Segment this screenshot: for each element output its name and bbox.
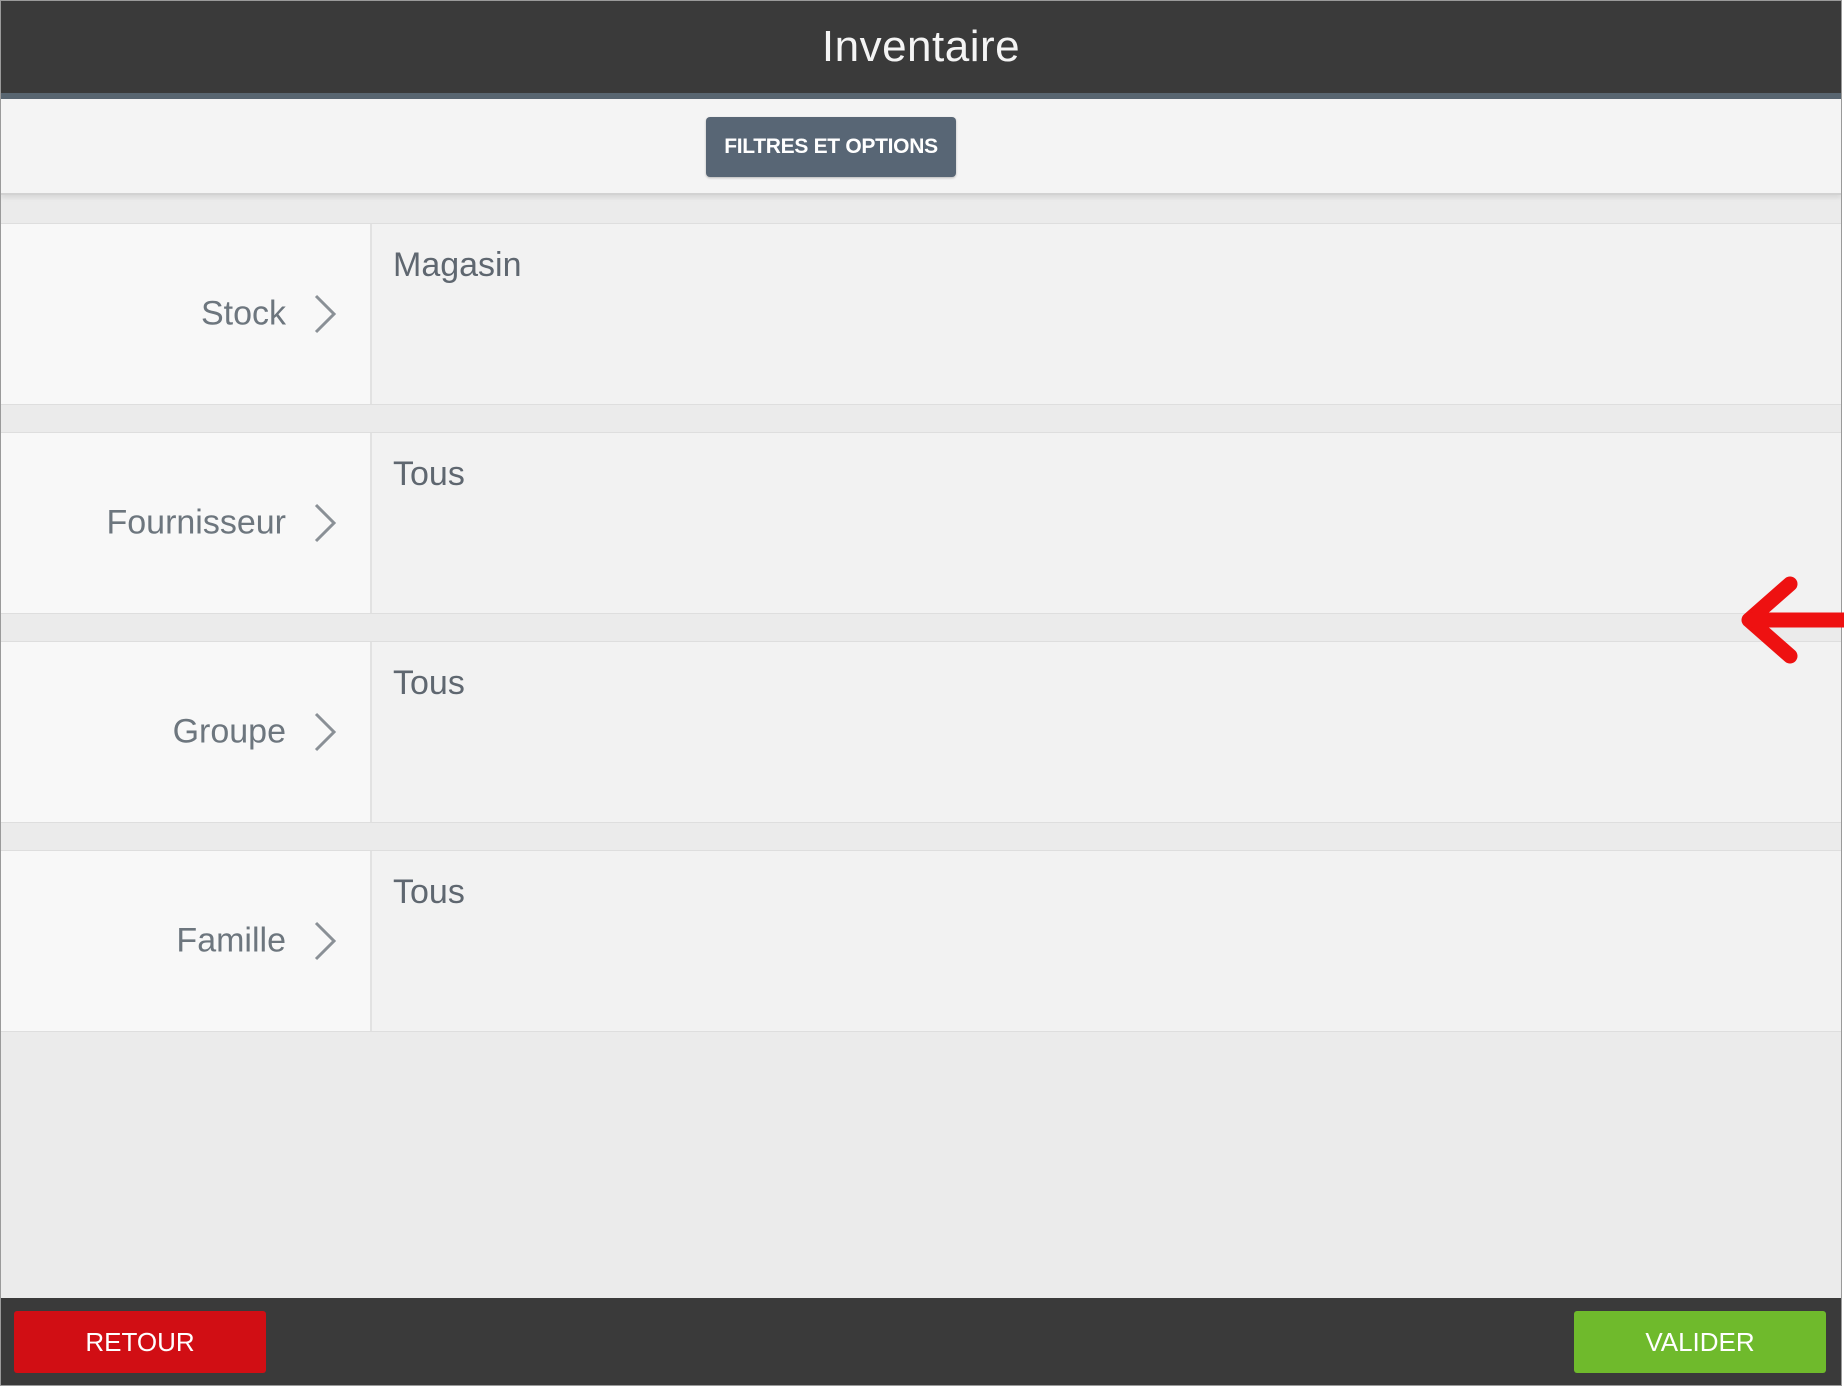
row-value: Tous [393, 664, 465, 702]
filter-list: Stock Magasin Fournisseur Tous Groupe To… [1, 223, 1841, 1059]
row-label: Famille [176, 921, 286, 960]
filters-options-button[interactable]: FILTRES ET OPTIONS [706, 117, 956, 177]
row-label: Fournisseur [106, 503, 286, 542]
filter-row-groupe[interactable]: Groupe Tous [1, 641, 1841, 823]
filter-row-stock[interactable]: Stock Magasin [1, 223, 1841, 405]
chevron-right-icon [314, 921, 337, 961]
filter-row-famille[interactable]: Famille Tous [1, 850, 1841, 1032]
row-label: Stock [200, 294, 286, 333]
row-value: Magasin [393, 246, 522, 284]
validate-button[interactable]: VALIDER [1574, 1311, 1826, 1373]
row-label: Groupe [172, 712, 286, 751]
row-value: Tous [393, 873, 465, 911]
arrow-left-icon [1741, 576, 1844, 664]
chevron-right-icon [314, 503, 337, 543]
row-label-cell[interactable]: Stock [1, 224, 372, 404]
page-title: Inventaire [821, 22, 1021, 71]
row-label-cell[interactable]: Fournisseur [1, 433, 372, 613]
back-button[interactable]: RETOUR [14, 1311, 266, 1373]
chevron-right-icon [314, 712, 337, 752]
row-label-cell[interactable]: Groupe [1, 642, 372, 822]
app-header: Inventaire [1, 1, 1841, 99]
app-window: Inventaire FILTRES ET OPTIONS Stock Maga… [0, 0, 1842, 1386]
filter-row-fournisseur[interactable]: Fournisseur Tous [1, 432, 1841, 614]
toolbar: FILTRES ET OPTIONS [1, 99, 1841, 195]
row-value: Tous [393, 455, 465, 493]
footer-bar: RETOUR VALIDER [1, 1298, 1841, 1385]
row-label-cell[interactable]: Famille [1, 851, 372, 1031]
chevron-right-icon [314, 294, 337, 334]
